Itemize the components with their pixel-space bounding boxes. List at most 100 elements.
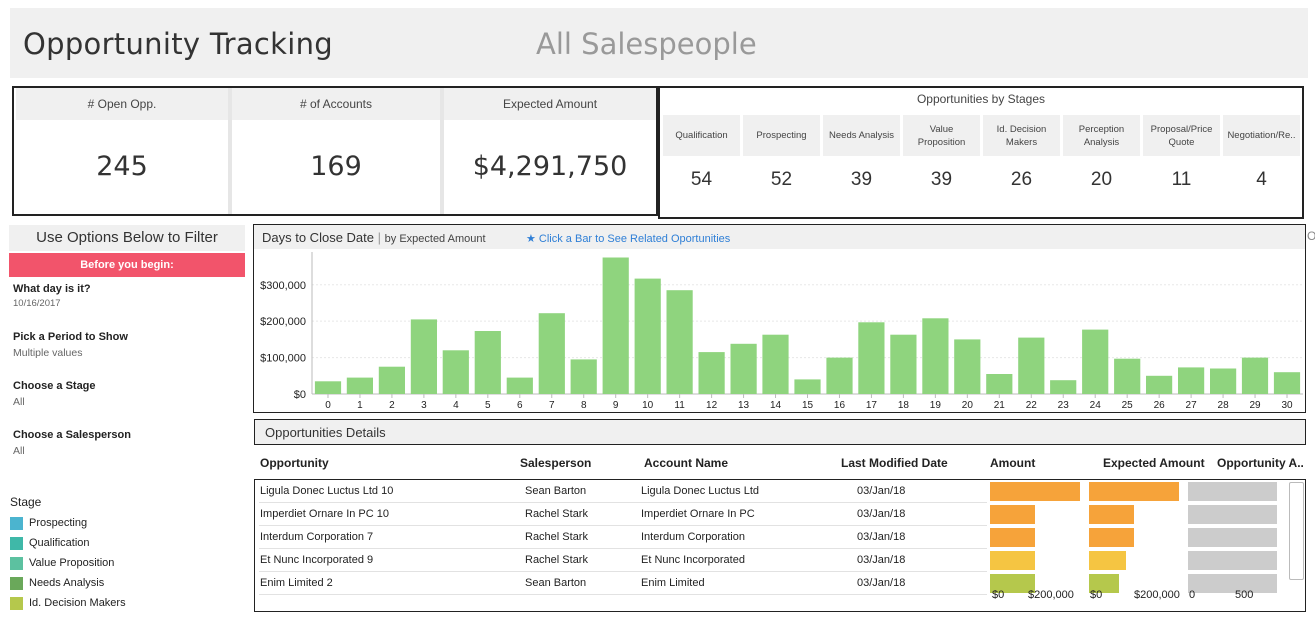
amount-axis-min: $0 xyxy=(992,589,1005,601)
chart-bar[interactable] xyxy=(858,322,885,394)
expected-amount-bar[interactable] xyxy=(1089,505,1134,524)
chart-bar[interactable] xyxy=(698,352,725,394)
period-filter[interactable]: Pick a Period to Show Multiple values xyxy=(13,331,128,359)
chart-bar[interactable] xyxy=(538,313,565,394)
stage-filter-value[interactable]: All xyxy=(13,396,96,408)
chart-bar[interactable] xyxy=(1210,368,1237,395)
expected-amount-bar[interactable] xyxy=(1089,482,1179,501)
stage-tile-prospecting[interactable]: Prospecting 52 xyxy=(743,115,820,204)
x-tick-label: 5 xyxy=(485,400,491,411)
chart-title-wrap: Days to Close Date | by Expected Amount xyxy=(262,230,486,245)
chart-bar[interactable] xyxy=(1018,337,1045,394)
col-amount[interactable]: Amount xyxy=(990,456,1035,470)
x-tick-label: 12 xyxy=(706,400,718,411)
x-tick-label: 13 xyxy=(738,400,750,411)
table-row[interactable]: Et Nunc Incorporated 9 Rachel Stark Et Nun… xyxy=(255,549,1290,572)
stage-tile-qualification[interactable]: Qualification 54 xyxy=(663,115,740,204)
stage-tile-perception-analysis[interactable]: Perception Analysis 20 xyxy=(1063,115,1140,204)
stage-tile-decision-makers[interactable]: Id. Decision Makers 26 xyxy=(983,115,1060,204)
chart-bar[interactable] xyxy=(378,366,405,394)
chart-bar[interactable] xyxy=(1178,367,1205,394)
account-cell: Et Nunc Incorporated xyxy=(641,554,745,566)
account-cell: Ligula Donec Luctus Ltd xyxy=(641,485,760,497)
opportunity-age-bar[interactable] xyxy=(1188,528,1278,547)
chart-bar[interactable] xyxy=(346,377,373,394)
chart-bar[interactable] xyxy=(730,343,757,394)
chart-bar[interactable] xyxy=(986,374,1013,394)
account-cell: Imperdiet Ornare In PC xyxy=(641,508,755,520)
chart-bar[interactable] xyxy=(634,278,661,394)
day-filter-label: What day is it? xyxy=(13,283,91,295)
modified-date-cell: 03/Jan/18 xyxy=(857,554,906,566)
stage-filter[interactable]: Choose a Stage All xyxy=(13,380,96,408)
opportunity-age-bar[interactable] xyxy=(1188,482,1278,501)
expected-amount-bar[interactable] xyxy=(1089,551,1127,570)
col-expected-amount[interactable]: Expected Amount xyxy=(1103,456,1205,470)
opportunity-age-bar[interactable] xyxy=(1188,574,1278,593)
chart-bar[interactable] xyxy=(826,357,853,394)
stage-tile-proposal[interactable]: Proposal/Price Quote 11 xyxy=(1143,115,1220,204)
x-tick-label: 4 xyxy=(453,400,459,411)
legend-item[interactable]: Value Proposition xyxy=(10,553,126,573)
col-opportunity-age[interactable]: Opportunity A.. xyxy=(1217,456,1304,470)
col-account-name[interactable]: Account Name xyxy=(644,456,728,470)
chart-bar[interactable] xyxy=(954,339,981,394)
stage-tile-needs-analysis[interactable]: Needs Analysis 39 xyxy=(823,115,900,204)
chart-bar[interactable] xyxy=(570,359,597,394)
chart-bar[interactable] xyxy=(410,319,437,394)
chart-bar[interactable] xyxy=(1050,380,1077,394)
table-row[interactable]: Imperdiet Ornare In PC 10 Rachel Stark Imp… xyxy=(255,503,1290,526)
chart-bar[interactable] xyxy=(442,350,469,394)
legend-item[interactable]: Prospecting xyxy=(10,513,126,533)
salesperson-cell: Rachel Stark xyxy=(525,531,588,543)
stage-count: 39 xyxy=(930,169,953,190)
chart-bar[interactable] xyxy=(602,257,629,395)
salesperson-filter-value[interactable]: All xyxy=(13,445,131,457)
chart-bar[interactable] xyxy=(506,377,533,394)
expected-axis-max: $200,000 xyxy=(1134,589,1180,601)
opportunity-cell: Et Nunc Incorporated 9 xyxy=(260,554,374,566)
dashboard-title: Opportunity Tracking xyxy=(23,27,333,61)
chart-bar[interactable] xyxy=(666,290,693,394)
opportunity-age-bar[interactable] xyxy=(1188,551,1278,570)
expected-amount-bar[interactable] xyxy=(1089,528,1134,547)
col-opportunity[interactable]: Opportunity xyxy=(260,456,329,470)
stage-tile-negotiation[interactable]: Negotiation/Re.. 4 xyxy=(1223,115,1300,204)
amount-bar[interactable] xyxy=(990,505,1035,524)
legend-swatch xyxy=(10,516,23,530)
opportunity-cell: Ligula Donec Luctus Ltd 10 xyxy=(260,485,394,497)
salesperson-cell: Rachel Stark xyxy=(525,508,588,520)
amount-bar[interactable] xyxy=(990,528,1035,547)
chart-bar[interactable] xyxy=(794,379,821,394)
stage-label: Qualification xyxy=(663,115,740,156)
salesperson-filter[interactable]: Choose a Salesperson All xyxy=(13,429,131,457)
chart-bar[interactable] xyxy=(474,331,501,394)
stage-count: 39 xyxy=(850,169,873,190)
amount-bar[interactable] xyxy=(990,482,1080,501)
amount-bar[interactable] xyxy=(990,551,1035,570)
legend-item[interactable]: Id. Decision Makers xyxy=(10,593,126,613)
chart-bar[interactable] xyxy=(890,334,917,394)
day-filter[interactable]: What day is it? 10/16/2017 xyxy=(13,283,91,309)
chart-bar[interactable] xyxy=(314,381,342,394)
table-scrollbar[interactable] xyxy=(1289,482,1304,580)
chart-bar[interactable] xyxy=(922,318,949,394)
col-salesperson[interactable]: Salesperson xyxy=(520,456,591,470)
legend-item[interactable]: Qualification xyxy=(10,533,126,553)
legend-item[interactable]: Needs Analysis xyxy=(10,573,126,593)
opportunity-age-bar[interactable] xyxy=(1188,505,1278,524)
chart-bar[interactable] xyxy=(1146,375,1173,394)
chart-bar[interactable] xyxy=(1114,358,1141,394)
chart-bar[interactable] xyxy=(762,334,789,394)
col-last-modified[interactable]: Last Modified Date xyxy=(841,456,948,470)
period-filter-value[interactable]: Multiple values xyxy=(13,347,128,359)
stage-count: 54 xyxy=(690,169,713,190)
stage-tile-value-proposition[interactable]: Value Proposition 39 xyxy=(903,115,980,204)
chart-bar[interactable] xyxy=(1273,372,1301,394)
chart-bar[interactable] xyxy=(1241,357,1269,394)
table-row[interactable]: Interdum Corporation 7 Rachel Stark Interd… xyxy=(255,526,1290,549)
day-filter-value[interactable]: 10/16/2017 xyxy=(13,298,91,309)
chart-bar[interactable] xyxy=(1082,329,1109,394)
x-tick-label: 19 xyxy=(930,400,942,411)
table-row[interactable]: Ligula Donec Luctus Ltd 10 Sean Barton Lig… xyxy=(255,480,1290,503)
